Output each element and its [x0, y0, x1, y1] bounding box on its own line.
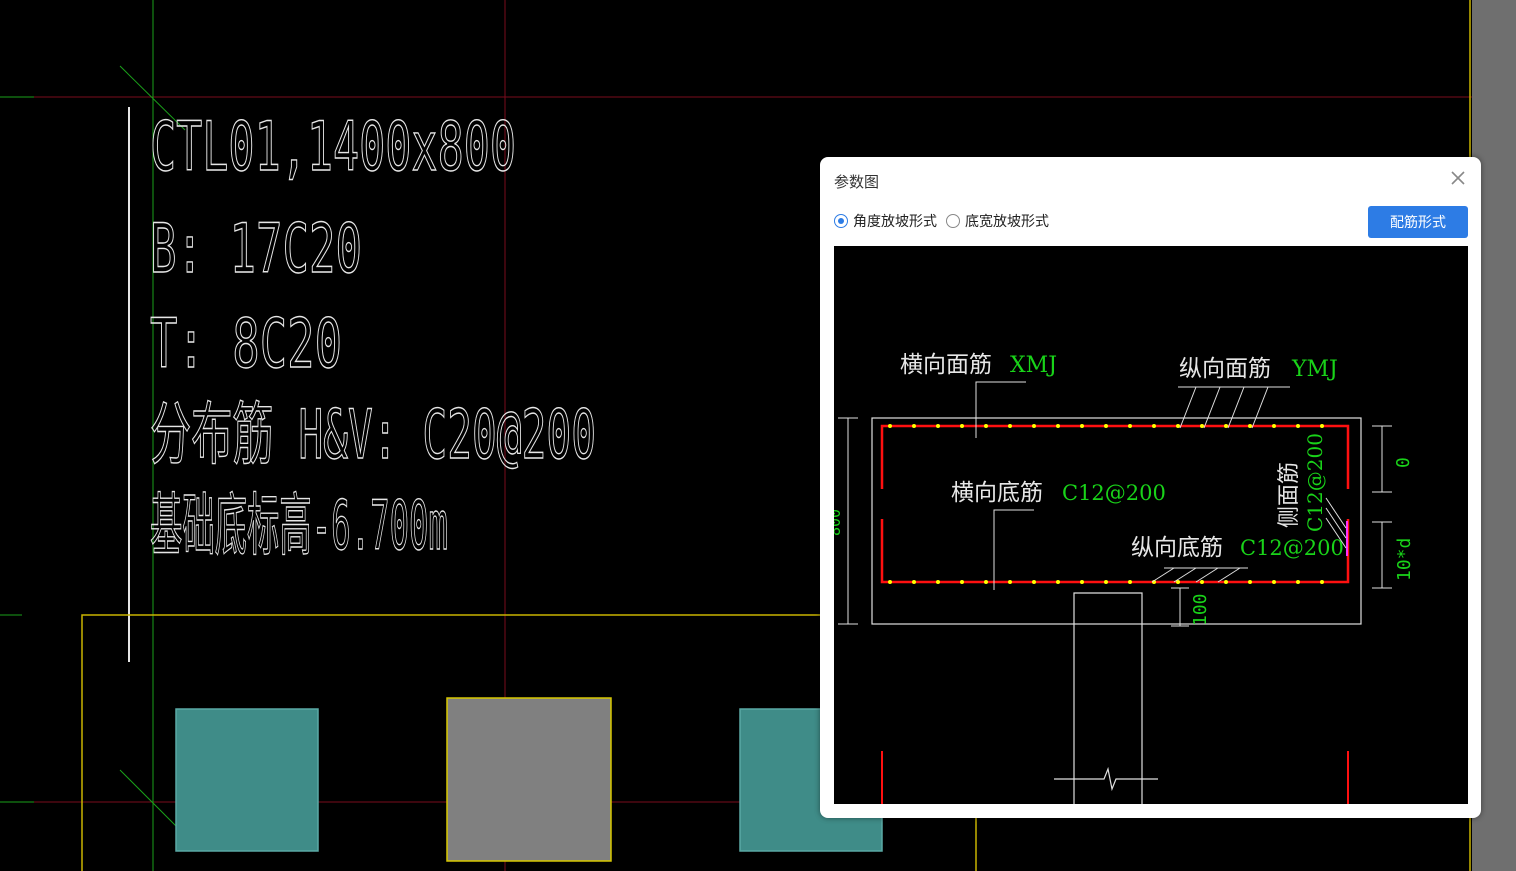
rebar-dot [984, 424, 988, 428]
rebar-dot [1152, 424, 1156, 428]
slope-mode-radio-group: 角度放坡形式 底宽放坡形式 [834, 211, 1058, 231]
rebar-dot [1296, 424, 1300, 428]
rebar-dot [1128, 580, 1132, 584]
section-diagram-svg: 800 0 10*d 100 横向面筋 XMJ 纵向面筋 YMJ 横向底筋 C1… [826, 352, 1415, 804]
radio-selected-icon[interactable] [834, 214, 848, 228]
rebar-dot [888, 424, 892, 428]
leader-hatch [1217, 567, 1241, 583]
rebar-dot [1200, 424, 1204, 428]
rebar-dot [1272, 424, 1276, 428]
rebar-gap [880, 489, 886, 519]
rebar-dot [1224, 580, 1228, 584]
radio-angle-slope[interactable]: 角度放坡形式 [834, 211, 937, 231]
radio-label: 底宽放坡形式 [965, 214, 1049, 230]
cad-label-elevation: 基础底标高-6.700m [150, 487, 448, 566]
dialog-title: 参数图 [834, 173, 880, 191]
rebar-dot [1008, 580, 1012, 584]
rebar-dot [1320, 580, 1324, 584]
bottom-transverse-code: C12@200 [1062, 481, 1166, 505]
leader-hatch [1173, 567, 1197, 583]
dim-left-label: 800 [834, 509, 844, 536]
rebar-dot [1032, 424, 1036, 428]
cad-label-title: CTL01,1400x800 [150, 108, 516, 187]
pier-gray-selected[interactable] [446, 697, 612, 862]
rebar-dot [936, 580, 940, 584]
rebar-dot [960, 580, 964, 584]
rebar-dot [1032, 580, 1036, 584]
leader-hatch [1195, 567, 1219, 583]
radio-width-slope[interactable]: 底宽放坡形式 [946, 211, 1049, 231]
leader-line [975, 381, 1026, 438]
cad-label-distribution-rebar: 分布筋 H&V: C20@200 [150, 396, 596, 475]
rebar-dot [1056, 424, 1060, 428]
leader-hatch [1251, 386, 1269, 429]
parameter-diagram: 800 0 10*d 100 横向面筋 XMJ 纵向面筋 YMJ 横向底筋 C1… [826, 246, 1468, 804]
rebar-dot [936, 424, 940, 428]
rebar-gap [1346, 489, 1352, 519]
cad-label-top-rebar: T: 8C20 [150, 305, 342, 384]
rebar-dot [888, 580, 892, 584]
radio-label: 角度放坡形式 [853, 214, 937, 230]
leader-line [993, 509, 1034, 590]
side-rebar-label: 侧面筋 [1277, 462, 1302, 528]
rebar-dot [1176, 424, 1180, 428]
top-transverse-label: 横向面筋 [900, 352, 992, 378]
bottom-longitudinal-code: C12@200 [1240, 536, 1344, 560]
rebar-dot [1080, 580, 1084, 584]
rebar-dot [1320, 424, 1324, 428]
close-icon[interactable] [1447, 167, 1469, 189]
dim-side-label: 10*d [1394, 538, 1415, 581]
rebar-dot [912, 580, 916, 584]
reinforcement-form-button[interactable]: 配筋形式 [1368, 206, 1468, 238]
rebar-dot [1104, 580, 1108, 584]
cad-label-bottom-rebar: B: 17C20 [150, 210, 362, 289]
leader-hatch [1227, 386, 1245, 429]
rebar-dot [1200, 580, 1204, 584]
column-outline [1073, 592, 1143, 804]
leader-hatch [1179, 386, 1197, 429]
bottom-longitudinal-label: 纵向底筋 [1131, 535, 1223, 561]
rebar-dot [1272, 580, 1276, 584]
parameter-dialog: 参数图 角度放坡形式 底宽放坡形式 配筋形式 800 0 10*d 100 横向… [820, 157, 1481, 818]
top-transverse-code: XMJ [1010, 353, 1057, 378]
rebar-dot [1008, 424, 1012, 428]
side-rebar-code: C12@200 [1303, 433, 1327, 532]
leader-hatch [1203, 386, 1221, 429]
dim-bottom-label: 100 [1190, 593, 1211, 626]
leader-hatch [1151, 567, 1175, 583]
bottom-transverse-label: 横向底筋 [951, 480, 1043, 506]
rebar-dot [1248, 424, 1252, 428]
rebar-dot [1296, 580, 1300, 584]
rebar-dot [1104, 424, 1108, 428]
rebar-dot [1224, 424, 1228, 428]
top-longitudinal-label: 纵向面筋 [1179, 356, 1271, 382]
rebar-dot [1248, 580, 1252, 584]
pier-teal[interactable] [175, 708, 319, 852]
rebar-dot [960, 424, 964, 428]
top-longitudinal-code: YMJ [1291, 357, 1338, 382]
rebar-dot [1080, 424, 1084, 428]
rebar-dot [912, 424, 916, 428]
radio-unselected-icon[interactable] [946, 214, 960, 228]
rebar-dot [1128, 424, 1132, 428]
rebar-dot [1056, 580, 1060, 584]
rebar-dot [984, 580, 988, 584]
dim-top-label: 0 [1393, 457, 1414, 468]
